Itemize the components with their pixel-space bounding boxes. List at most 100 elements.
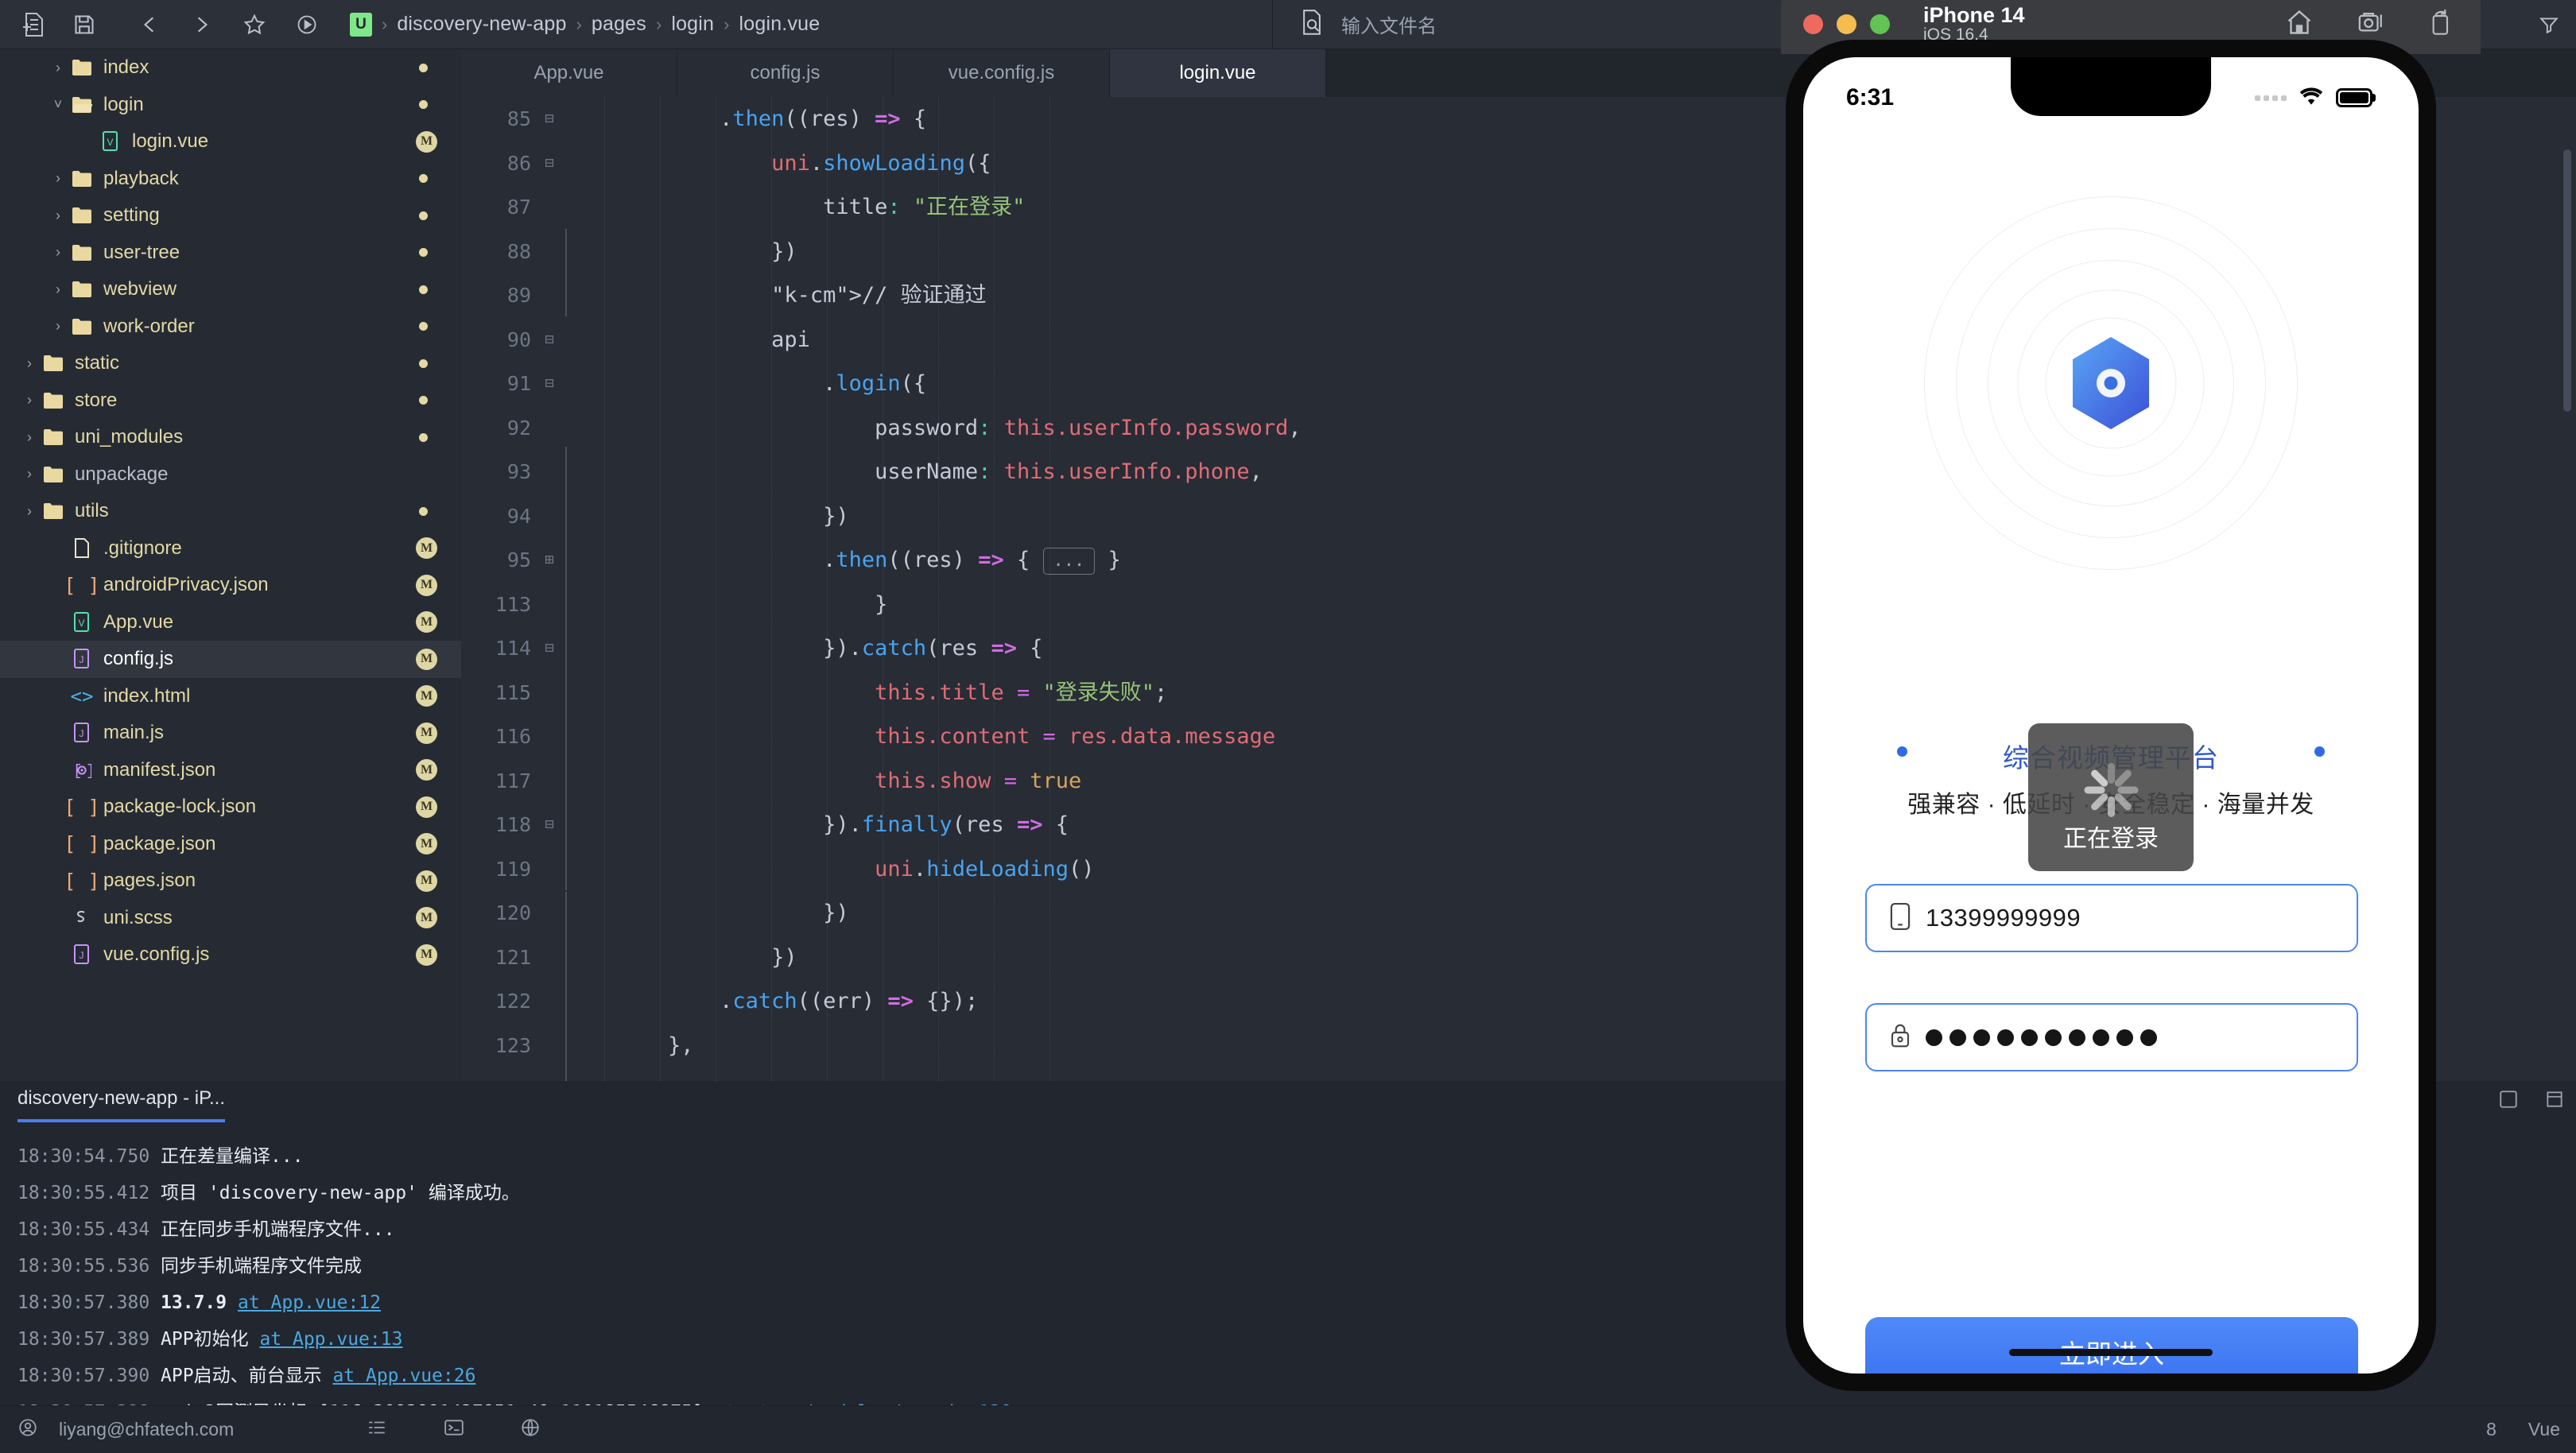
console-clear-icon[interactable]	[2498, 1089, 2519, 1114]
fold-toggle-icon[interactable]: ⊟	[541, 141, 558, 186]
console-tab-active[interactable]: discovery-new-app - iP...	[17, 1087, 225, 1122]
file-tree-item[interactable]: › setting	[0, 197, 461, 234]
disclosure-chevron-icon[interactable]: ›	[48, 244, 68, 261]
file-tree-item[interactable]: uni.scss M	[0, 900, 461, 937]
file-tree-item[interactable]: [ ] package-lock.json M	[0, 788, 461, 826]
file-tree-label: utils	[75, 500, 109, 522]
log-message: 项目 'discovery-new-app' 编译成功。	[161, 1183, 520, 1203]
disclosure-chevron-icon[interactable]: ›	[19, 429, 40, 446]
fold-toggle-icon[interactable]: ⊟	[541, 362, 558, 406]
disclosure-chevron-icon[interactable]: ›	[48, 281, 68, 298]
file-explorer-sidebar[interactable]: › index ˅ login Vlogin.vue M › playback › setting…	[0, 49, 461, 1081]
file-tree-item[interactable]: <> index.html M	[0, 678, 461, 715]
minimize-light-icon[interactable]	[1837, 14, 1856, 34]
disclosure-chevron-icon[interactable]: ›	[19, 466, 40, 482]
log-source-link[interactable]: at App.vue:26	[332, 1366, 475, 1386]
code-text: }).finally(res => {	[564, 812, 1069, 837]
line-number: 114	[495, 637, 531, 660]
disclosure-chevron-icon[interactable]: ›	[48, 207, 68, 224]
console-actions	[2498, 1089, 2565, 1114]
editor-tab[interactable]: login.vue	[1110, 49, 1326, 97]
console-log-row: 18:30:57.380 13.7.9 at App.vue:12	[17, 1284, 1012, 1321]
log-message: 正在差量编译...	[161, 1146, 304, 1167]
editor-tab[interactable]: App.vue	[461, 49, 677, 97]
close-light-icon[interactable]	[1803, 14, 1823, 34]
favorite-icon[interactable]	[234, 8, 275, 41]
log-source-link[interactable]: at App.vue:12	[238, 1292, 381, 1313]
screenshot-icon[interactable]	[2357, 8, 2385, 41]
editor-scrollbar[interactable]	[2563, 149, 2571, 412]
file-tree-item[interactable]: › webview	[0, 271, 461, 308]
fold-toggle-icon[interactable]: ⊞	[541, 538, 558, 583]
phone-number-field[interactable]: 13399999999	[1865, 884, 2358, 952]
file-tree-item[interactable]: Jmain.js M	[0, 715, 461, 752]
rotate-icon[interactable]	[2428, 8, 2454, 41]
file-tree-item[interactable]: › work-order	[0, 308, 461, 346]
file-tree-item[interactable]: ˅ login	[0, 87, 461, 124]
disclosure-chevron-icon[interactable]: ›	[19, 503, 40, 520]
fold-toggle-icon[interactable]: ⊟	[541, 318, 558, 362]
globe-icon[interactable]	[520, 1417, 541, 1443]
code-text: })	[564, 901, 849, 925]
save-icon[interactable]	[64, 8, 105, 41]
status-language[interactable]: Vue	[2528, 1419, 2560, 1440]
git-modified-badge: M	[416, 574, 437, 596]
file-tree-item[interactable]: › user-tree	[0, 234, 461, 272]
file-tree-item[interactable]: [ ] androidPrivacy.json M	[0, 567, 461, 604]
file-tree-item[interactable]: › index	[0, 49, 461, 87]
editor-tab[interactable]: vue.config.js	[894, 49, 1110, 97]
console-maximize-icon[interactable]	[2544, 1089, 2565, 1114]
file-tree-item[interactable]: › utils	[0, 493, 461, 530]
file-tree-item[interactable]: › unpackage	[0, 456, 461, 494]
disclosure-chevron-icon[interactable]: ›	[19, 392, 40, 409]
file-tree-item[interactable]: Jvue.config.js M	[0, 936, 461, 974]
breadcrumb-item-login[interactable]: login	[671, 13, 714, 36]
file-tree-item[interactable]: › playback	[0, 161, 461, 198]
file-tree-item[interactable]: .gitignore M	[0, 530, 461, 568]
git-modified-badge: M	[416, 537, 437, 560]
new-file-icon[interactable]	[11, 8, 52, 41]
filter-icon[interactable]	[2528, 8, 2570, 41]
log-timestamp: 18:30:55.536	[17, 1256, 150, 1277]
file-tree-item[interactable]: Vlogin.vue M	[0, 123, 461, 161]
terminal-icon[interactable]	[444, 1417, 464, 1443]
submit-button[interactable]: 立即进入	[1865, 1317, 2358, 1374]
run-icon[interactable]	[286, 8, 328, 41]
app-logo-icon	[2066, 334, 2155, 432]
password-field[interactable]	[1865, 1003, 2358, 1071]
file-tree-item[interactable]: [] manifest.json M	[0, 752, 461, 789]
disclosure-chevron-icon[interactable]: ›	[48, 170, 68, 187]
file-tree-item[interactable]: › static	[0, 345, 461, 382]
file-tree-item[interactable]: [ ] pages.json M	[0, 862, 461, 900]
json-icon: [ ]	[64, 832, 100, 856]
log-source-link[interactable]: at App.vue:13	[259, 1329, 402, 1350]
account-email[interactable]: liyang@chfatech.com	[59, 1419, 234, 1440]
code-text: this.content = res.data.message	[875, 724, 1276, 749]
disclosure-chevron-icon[interactable]: ›	[48, 60, 68, 76]
disclosure-chevron-icon[interactable]: ›	[48, 318, 68, 335]
outline-icon[interactable]	[366, 1417, 388, 1443]
zoom-light-icon[interactable]	[1870, 14, 1890, 34]
forward-icon[interactable]	[181, 8, 223, 41]
breadcrumb-separator: ›	[724, 14, 730, 34]
home-icon[interactable]	[2285, 8, 2314, 41]
file-tree-label: store	[75, 389, 118, 411]
log-message: 同步手机端程序文件完成	[161, 1256, 363, 1277]
account-icon[interactable]	[17, 1417, 38, 1443]
breadcrumb-item-project[interactable]: discovery-new-app	[397, 13, 566, 36]
back-icon[interactable]	[129, 8, 170, 41]
file-tree-item[interactable]: V App.vue M	[0, 604, 461, 641]
file-tree-item[interactable]: [ ] package.json M	[0, 826, 461, 863]
file-tree-item[interactable]: › store	[0, 382, 461, 420]
breadcrumb-item-pages[interactable]: pages	[592, 13, 646, 36]
file-tree-item[interactable]: Jconfig.js M	[0, 641, 461, 678]
fold-toggle-icon[interactable]: ⊟	[541, 803, 558, 847]
fold-toggle-icon[interactable]: ⊟	[541, 626, 558, 671]
disclosure-chevron-icon[interactable]: ˅	[48, 96, 68, 113]
log-timestamp: 18:30:54.750	[17, 1146, 150, 1167]
editor-tab[interactable]: config.js	[677, 49, 894, 97]
file-tree-item[interactable]: › uni_modules	[0, 419, 461, 456]
fold-toggle-icon[interactable]: ⊟	[541, 97, 558, 141]
breadcrumb-item-file[interactable]: login.vue	[739, 13, 820, 36]
disclosure-chevron-icon[interactable]: ›	[19, 355, 40, 372]
